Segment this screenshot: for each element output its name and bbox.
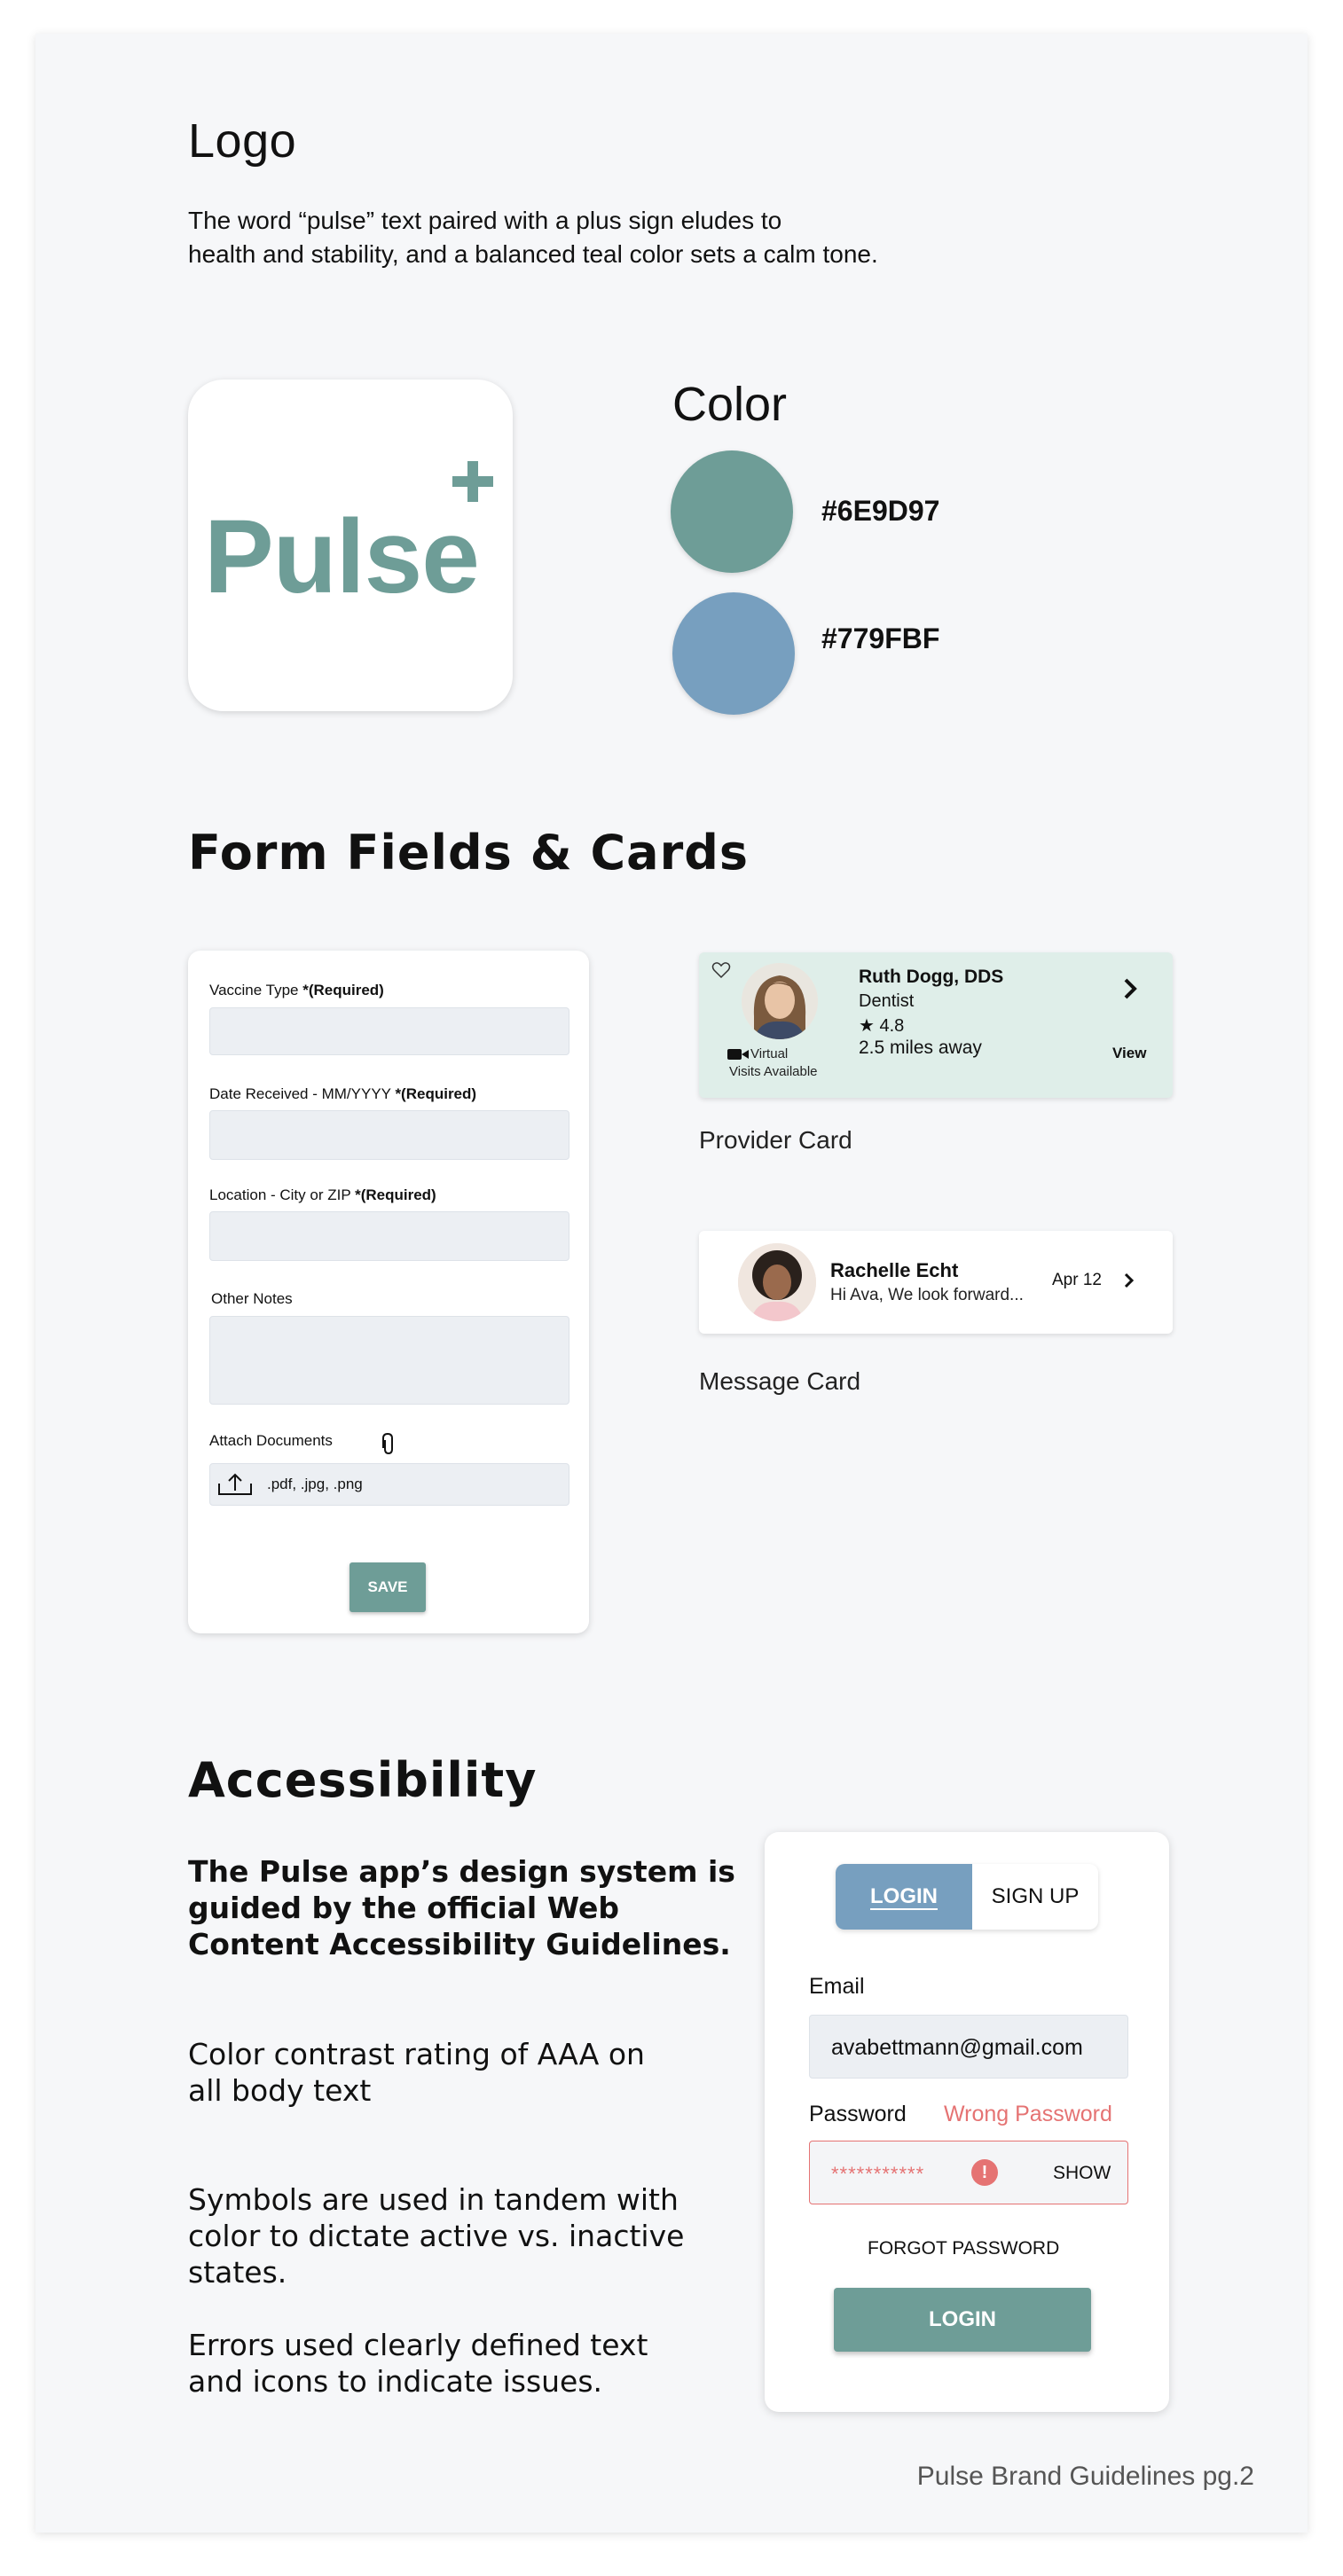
star-icon: ★ bbox=[859, 1016, 875, 1036]
login-card: LOGIN SIGN UP Email avabettmann@gmail.co… bbox=[765, 1832, 1169, 2412]
video-camera-icon bbox=[727, 1049, 749, 1060]
logo-tile: Pulse bbox=[188, 380, 513, 711]
email-label: Email bbox=[809, 1974, 865, 1999]
other-notes-textarea[interactable] bbox=[209, 1316, 569, 1405]
error-alert-icon: ! bbox=[971, 2159, 998, 2186]
password-value: *********** bbox=[831, 2163, 925, 2185]
vaccine-type-input[interactable] bbox=[209, 1007, 569, 1055]
file-types-hint: .pdf, .jpg, .png bbox=[267, 1476, 363, 1492]
logo-wordmark: Pulse bbox=[204, 498, 480, 615]
password-field[interactable]: *********** ! SHOW bbox=[809, 2141, 1128, 2204]
password-label: Password bbox=[809, 2102, 907, 2126]
logo-description: The word “pulse” text paired with a plus… bbox=[188, 204, 986, 271]
message-card[interactable]: Rachelle Echt Hi Ava, We look forward...… bbox=[699, 1231, 1173, 1334]
message-preview: Hi Ava, We look forward... bbox=[830, 1286, 1024, 1304]
logo-description-line-1: The word “pulse” text paired with a plus… bbox=[188, 207, 782, 234]
virtual-visits-line-2: Visits Available bbox=[729, 1064, 818, 1079]
login-button[interactable]: LOGIN bbox=[834, 2288, 1091, 2352]
date-received-input[interactable] bbox=[209, 1110, 569, 1160]
provider-distance: 2.5 miles away bbox=[859, 1037, 982, 1058]
tab-signup[interactable]: SIGN UP bbox=[972, 1864, 1098, 1930]
email-value: avabettmann@gmail.com bbox=[831, 2035, 1083, 2060]
file-upload-field[interactable]: .pdf, .jpg, .png bbox=[209, 1463, 569, 1506]
upload-icon bbox=[218, 1473, 252, 1495]
message-sender-name: Rachelle Echt bbox=[830, 1259, 959, 1281]
logo-description-line-2: health and stability, and a balanced tea… bbox=[188, 240, 878, 268]
chevron-right-icon[interactable] bbox=[1121, 977, 1139, 1000]
message-card-caption: Message Card bbox=[699, 1367, 861, 1395]
provider-card[interactable]: Virtual Visits Available Ruth Dogg, DDS … bbox=[699, 952, 1173, 1098]
accessibility-paragraph-4: Errors used clearly defined text and ico… bbox=[188, 2328, 648, 2399]
color-swatch-blue bbox=[672, 592, 795, 715]
accessibility-paragraph-1: The Pulse app’s design system is guided … bbox=[188, 1854, 735, 1961]
provider-avatar bbox=[742, 963, 818, 1039]
chevron-right-icon[interactable] bbox=[1123, 1272, 1135, 1289]
logo-heading: Logo bbox=[188, 114, 297, 168]
accessibility-heading: Accessibility bbox=[188, 1752, 538, 1808]
provider-name: Ruth Dogg, DDS bbox=[859, 967, 1004, 987]
color-heading: Color bbox=[672, 378, 788, 431]
forgot-password-link[interactable]: FORGOT PASSWORD bbox=[868, 2238, 1059, 2259]
location-label: Location - City or ZIP *(Required) bbox=[209, 1186, 436, 1203]
view-link[interactable]: View bbox=[1112, 1045, 1146, 1062]
heart-icon[interactable] bbox=[711, 961, 731, 979]
color-swatch-teal bbox=[671, 450, 793, 573]
tab-login[interactable]: LOGIN bbox=[836, 1864, 972, 1930]
accessibility-paragraph-3: Symbols are used in tandem with color to… bbox=[188, 2182, 685, 2290]
message-date: Apr 12 bbox=[1052, 1271, 1102, 1289]
paperclip-icon[interactable] bbox=[380, 1431, 396, 1456]
page-footer: Pulse Brand Guidelines pg.2 bbox=[916, 2462, 1254, 2491]
email-field[interactable]: avabettmann@gmail.com bbox=[809, 2015, 1128, 2079]
plus-icon bbox=[452, 461, 493, 502]
location-input[interactable] bbox=[209, 1211, 569, 1261]
provider-card-caption: Provider Card bbox=[699, 1126, 852, 1154]
virtual-visits-line-1: Virtual bbox=[750, 1046, 789, 1061]
message-avatar bbox=[738, 1243, 816, 1321]
provider-rating: ★ 4.8 bbox=[859, 1016, 905, 1036]
vaccine-type-label: Vaccine Type *(Required) bbox=[209, 982, 384, 998]
auth-tab-switcher: LOGIN SIGN UP bbox=[836, 1864, 1098, 1930]
provider-specialty: Dentist bbox=[859, 991, 915, 1011]
show-password-button[interactable]: SHOW bbox=[1053, 2163, 1111, 2184]
save-button[interactable]: SAVE bbox=[349, 1562, 426, 1612]
accessibility-paragraph-2: Color contrast rating of AAA on all body… bbox=[188, 2037, 645, 2108]
vaccine-form-card: Vaccine Type *(Required) Date Received -… bbox=[188, 951, 589, 1633]
other-notes-label: Other Notes bbox=[211, 1290, 293, 1307]
color-hex-blue: #779FBF bbox=[821, 622, 940, 654]
forms-heading: Form Fields & Cards bbox=[188, 825, 750, 881]
attach-documents-label: Attach Documents bbox=[209, 1432, 333, 1449]
color-hex-teal: #6E9D97 bbox=[821, 495, 940, 527]
date-received-label: Date Received - MM/YYYY *(Required) bbox=[209, 1085, 477, 1102]
password-error-text: Wrong Password bbox=[944, 2102, 1112, 2126]
